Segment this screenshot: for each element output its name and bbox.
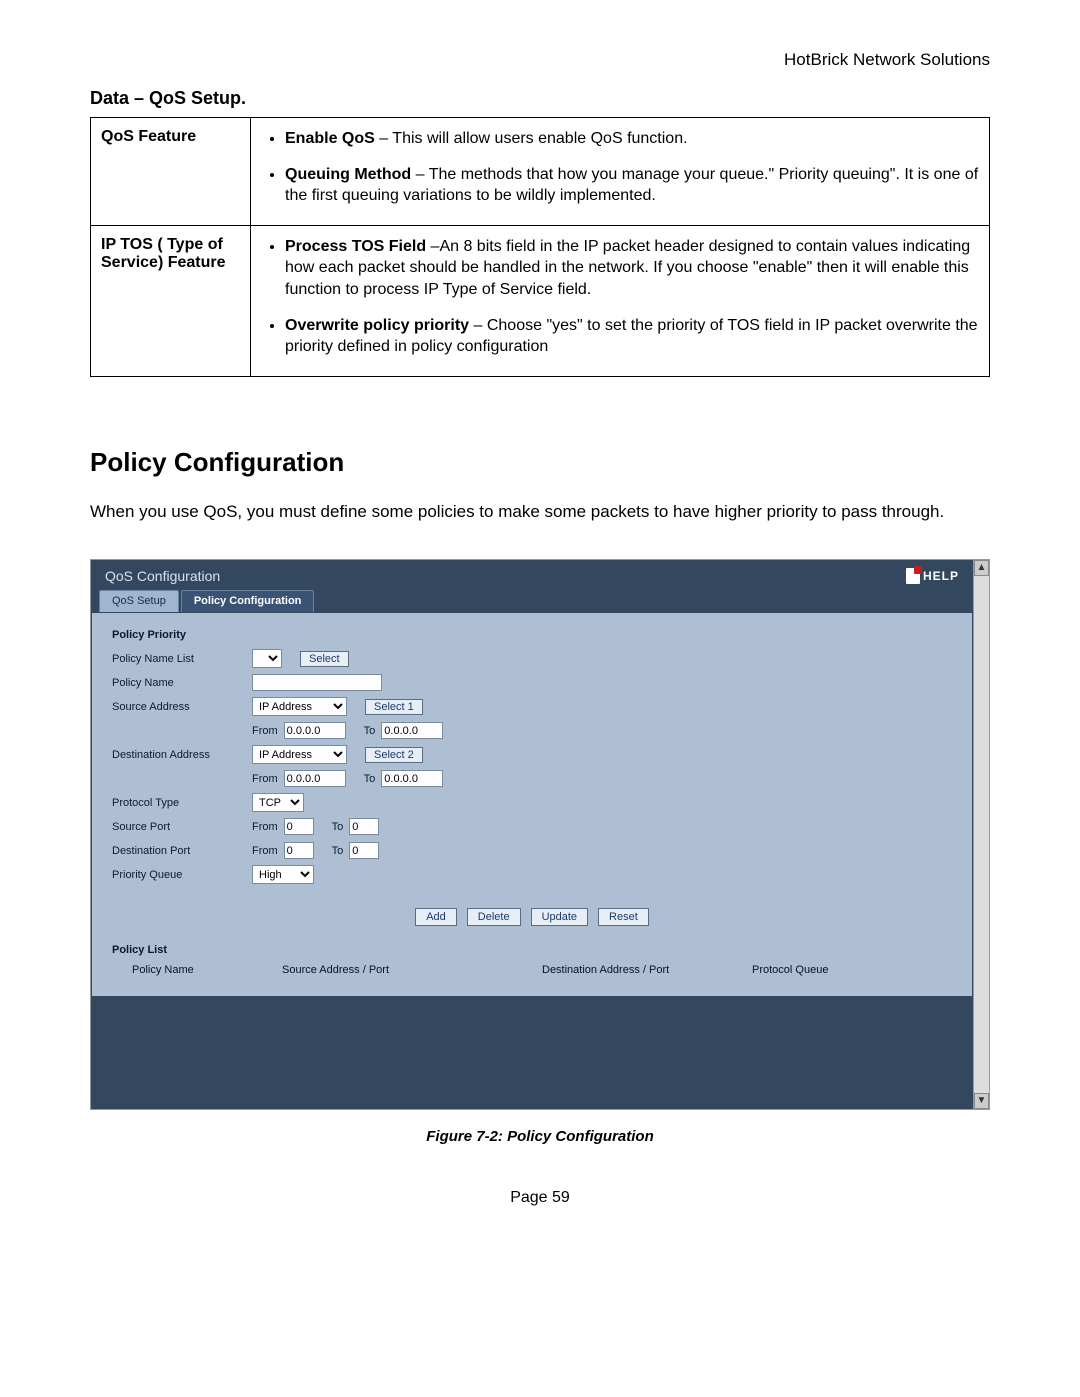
section-policy-list: Policy List: [112, 944, 952, 956]
row-content-qos-feature: Enable QoS – This will allow users enabl…: [251, 118, 990, 226]
figure-caption: Figure 7-2: Policy Configuration: [90, 1128, 990, 1145]
section-title-data-qos-setup: Data – QoS Setup.: [90, 88, 990, 109]
update-button[interactable]: Update: [531, 908, 588, 926]
bullet-overwrite-priority: Overwrite policy priority – Choose "yes"…: [285, 315, 979, 358]
policy-name-list-select[interactable]: [252, 649, 282, 668]
scrollbar[interactable]: ▲ ▼: [973, 560, 989, 1109]
label-policy-name: Policy Name: [112, 677, 252, 689]
label-source-port: Source Port: [112, 821, 252, 833]
col-policy-name: Policy Name: [132, 964, 282, 976]
label-from: From: [252, 845, 278, 857]
bullet-bold: Enable QoS: [285, 130, 375, 147]
select-button[interactable]: Select: [300, 651, 349, 667]
tab-qos-setup[interactable]: QoS Setup: [99, 590, 179, 612]
bullet-bold: Queuing Method: [285, 166, 411, 183]
section-policy-priority: Policy Priority: [112, 629, 952, 641]
reset-button[interactable]: Reset: [598, 908, 649, 926]
policy-list-header: Policy Name Source Address / Port Destin…: [112, 964, 952, 976]
select1-button[interactable]: Select 1: [365, 699, 423, 715]
bullet-rest: – This will allow users enable QoS funct…: [375, 130, 688, 147]
col-protocol-queue: Protocol Queue: [752, 964, 872, 976]
row-label-qos-feature: QoS Feature: [91, 118, 251, 226]
scroll-down-icon[interactable]: ▼: [974, 1093, 989, 1109]
bullet-process-tos: Process TOS Field –An 8 bits field in th…: [285, 236, 979, 301]
page-number: Page 59: [90, 1189, 990, 1207]
source-from-ip[interactable]: [284, 722, 346, 739]
bullet-bold: Process TOS Field: [285, 238, 426, 255]
col-destination: Destination Address / Port: [542, 964, 752, 976]
add-button[interactable]: Add: [415, 908, 457, 926]
scroll-up-icon[interactable]: ▲: [974, 560, 989, 576]
label-from: From: [252, 773, 278, 785]
priority-queue-select[interactable]: High: [252, 865, 314, 884]
select2-button[interactable]: Select 2: [365, 747, 423, 763]
tabs-row: QoS Setup Policy Configuration: [91, 590, 973, 612]
label-to: To: [364, 773, 376, 785]
dest-port-from[interactable]: [284, 842, 314, 859]
label-destination-address: Destination Address: [112, 749, 252, 761]
label-protocol-type: Protocol Type: [112, 797, 252, 809]
policy-name-input[interactable]: [252, 674, 382, 691]
label-policy-name-list: Policy Name List: [112, 653, 252, 665]
col-source: Source Address / Port: [282, 964, 542, 976]
label-from: From: [252, 725, 278, 737]
panel-header: QoS Configuration HELP: [91, 560, 973, 590]
label-from: From: [252, 821, 278, 833]
bullet-bold: Overwrite policy priority: [285, 317, 469, 334]
label-source-address: Source Address: [112, 701, 252, 713]
dest-to-ip[interactable]: [381, 770, 443, 787]
protocol-type-select[interactable]: TCP: [252, 793, 304, 812]
panel-title: QoS Configuration: [105, 568, 220, 584]
source-to-ip[interactable]: [381, 722, 443, 739]
label-to: To: [364, 725, 376, 737]
delete-button[interactable]: Delete: [467, 908, 521, 926]
label-to: To: [332, 845, 344, 857]
source-port-from[interactable]: [284, 818, 314, 835]
action-button-row: Add Delete Update Reset: [112, 908, 952, 926]
label-to: To: [332, 821, 344, 833]
help-button[interactable]: HELP: [906, 568, 959, 584]
heading-policy-configuration: Policy Configuration: [90, 447, 990, 478]
panel-body: Policy Priority Policy Name List Select …: [91, 612, 973, 997]
policy-list-body: [91, 999, 973, 1109]
row-content-ip-tos: Process TOS Field –An 8 bits field in th…: [251, 225, 990, 376]
header-right: HotBrick Network Solutions: [90, 50, 990, 70]
dest-from-ip[interactable]: [284, 770, 346, 787]
bullet-enable-qos: Enable QoS – This will allow users enabl…: [285, 128, 979, 150]
source-address-type-select[interactable]: IP Address: [252, 697, 347, 716]
row-label-ip-tos: IP TOS ( Type of Service) Feature: [91, 225, 251, 376]
dest-port-to[interactable]: [349, 842, 379, 859]
source-port-to[interactable]: [349, 818, 379, 835]
policy-config-screenshot: QoS Configuration HELP QoS Setup Policy …: [90, 559, 990, 1110]
label-priority-queue: Priority Queue: [112, 869, 252, 881]
label-destination-port: Destination Port: [112, 845, 252, 857]
destination-address-type-select[interactable]: IP Address: [252, 745, 347, 764]
qos-setup-table: QoS Feature Enable QoS – This will allow…: [90, 117, 990, 377]
help-icon: [906, 568, 920, 584]
help-label: HELP: [923, 569, 959, 583]
tab-policy-configuration[interactable]: Policy Configuration: [181, 590, 315, 612]
intro-paragraph: When you use QoS, you must define some p…: [90, 496, 990, 527]
bullet-queuing-method: Queuing Method – The methods that how yo…: [285, 164, 979, 207]
